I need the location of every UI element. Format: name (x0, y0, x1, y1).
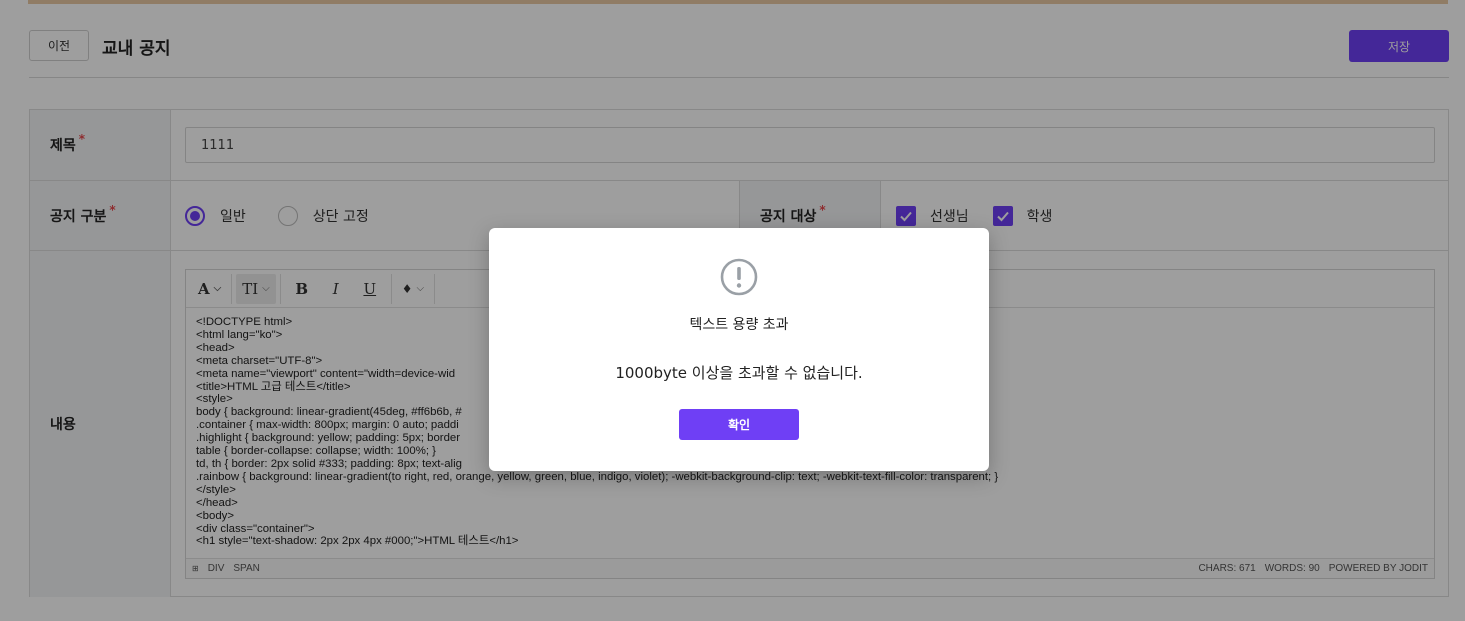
dialog-title: 텍스트 용량 초과 (689, 317, 789, 333)
exclamation-circle-icon (720, 258, 758, 296)
confirm-button[interactable]: 확인 (679, 409, 799, 440)
alert-dialog: 텍스트 용량 초과 1000byte 이상을 초과할 수 없습니다. 확인 (489, 228, 989, 471)
dialog-message: 1000byte 이상을 초과할 수 없습니다. (615, 364, 863, 382)
